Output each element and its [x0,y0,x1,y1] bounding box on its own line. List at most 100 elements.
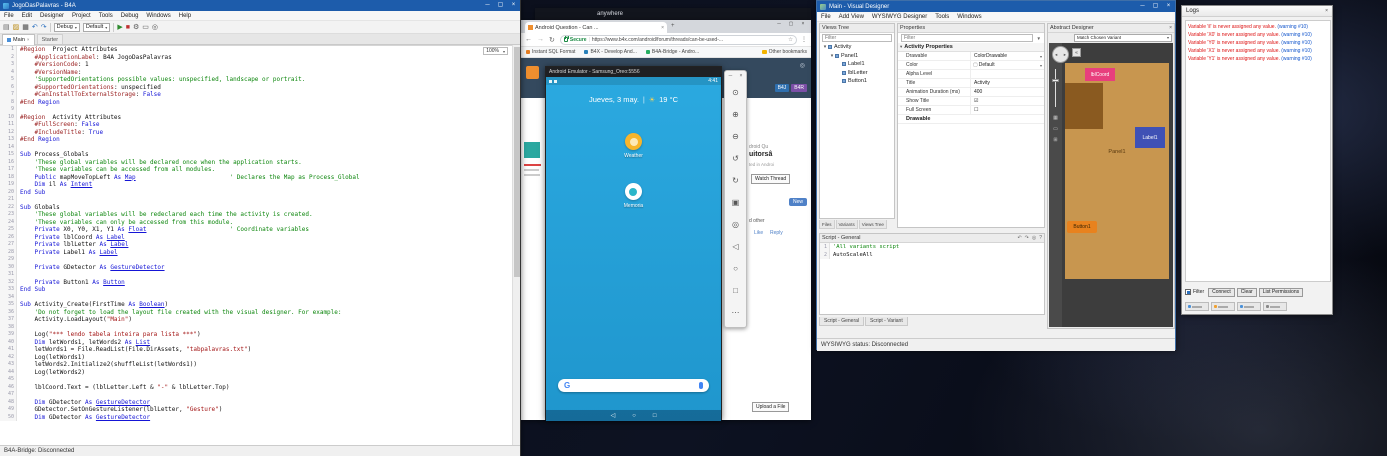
close-button[interactable]: × [797,21,809,27]
property-value[interactable]: ☐ [970,106,1044,114]
nav-back-icon[interactable]: ◁ [611,412,616,419]
abstract-canvas[interactable]: ▦ ▭ ⊞ lblCoord Panel1 Label1 Button1 ◂ ▸ « [1049,43,1173,327]
profile-select[interactable]: Default ▾ [82,22,111,32]
dock-tab[interactable] [1237,302,1261,311]
pan-left-icon[interactable]: ◂ [1055,52,1057,58]
property-row[interactable]: Full Screen ☐ [898,106,1044,115]
log-warning-ref[interactable]: (warning #10) [1276,24,1308,30]
dock-tab[interactable] [1211,302,1235,311]
nav-home-icon[interactable]: ○ [632,413,636,419]
url-text[interactable]: https://www.b4x.com/android/forum/thread… [592,37,788,43]
logs-list[interactable]: Variable 'il' is never assigned any valu… [1185,20,1331,282]
script-editor[interactable]: 1 'All variants script 2 AutoScaleAll [820,243,1044,259]
omnibox[interactable]: Secure | https://www.b4x.com/android/for… [559,34,797,45]
minimize-button[interactable]: ─ [1136,1,1149,12]
property-value[interactable]: ▢ Default ▾ [970,61,1044,69]
zoom-slider-handle[interactable] [1052,79,1059,82]
minimize-button[interactable]: ─ [481,0,494,11]
home-icon[interactable]: ○ [725,257,746,279]
menu-item[interactable]: Add View [835,14,868,20]
new-file-icon[interactable]: ▤ [3,23,10,31]
bookmark-item[interactable]: Instant SQL Format [526,49,575,55]
run-icon[interactable]: ▶ [117,23,122,31]
property-row[interactable]: Color ▢ Default ▾ [898,61,1044,70]
close-button[interactable]: × [507,0,520,11]
drawable-section-row[interactable]: Drawable [898,115,1044,124]
site-search-icon[interactable]: ◎ [800,62,805,69]
thread-author-avatar[interactable] [524,142,540,158]
group-expander-icon[interactable]: ▾ [900,44,902,50]
menu-item[interactable]: Windows [953,14,985,20]
tree-item[interactable]: Label1 [820,60,894,69]
designer-icon[interactable]: ▭ [142,23,149,31]
tree-item[interactable]: Button1 [820,77,894,86]
tab-starter[interactable]: Starter [36,34,64,44]
zoom-grid-icon[interactable]: ⊞ [1053,137,1057,143]
open-file-icon[interactable]: ▨ [13,23,20,31]
upload-file-button[interactable]: Upload a File [752,402,790,412]
maximize-button[interactable]: ▢ [494,0,507,11]
dock-tab[interactable] [1263,302,1287,311]
app-shortcut[interactable]: Weather [624,133,643,159]
find-icon[interactable]: ◎ [1032,235,1036,241]
bookmark-item[interactable]: B4X - Develop And... [584,49,637,55]
product-tab[interactable]: B4J [774,84,790,92]
more-icon[interactable]: ⋯ [725,301,746,323]
panel-tab[interactable]: Files [819,220,835,229]
menu-item[interactable]: Tools [95,13,117,19]
undo-icon[interactable]: ↶ [1017,235,1021,241]
menu-item[interactable]: Help [175,13,195,19]
activity-layout[interactable]: lblCoord Panel1 Label1 Button1 [1065,63,1169,279]
property-value[interactable] [970,70,1044,78]
menu-item[interactable]: Windows [142,13,174,19]
script-tab[interactable]: Script - General [819,317,865,326]
property-row[interactable]: Animation Duration (ms) 400 [898,88,1044,97]
log-warning-ref[interactable]: (warning #10) [1280,48,1312,54]
logs-action-button[interactable]: Connect [1208,287,1235,297]
maximize-button[interactable]: ▢ [785,21,797,27]
rotate-left-icon[interactable]: ↺ [725,147,746,169]
emulator-close-button[interactable]: × [739,73,742,79]
menu-item[interactable]: WYSIWYG Designer [868,14,931,20]
stop-icon[interactable]: ■ [126,24,130,31]
build-config-select[interactable]: Debug ▾ [53,22,80,32]
google-search-bar[interactable]: G [558,379,709,392]
menu-item[interactable]: Project [68,13,95,19]
log-warning-ref[interactable]: (warning #10) [1280,56,1312,62]
logs-titlebar[interactable]: Logs × [1182,6,1332,17]
close-button[interactable]: × [1325,8,1328,14]
zoom-slider[interactable] [1055,69,1056,107]
redo-icon[interactable]: ↷ [1025,235,1029,241]
logs-action-button[interactable]: List Permissions [1258,287,1304,297]
reload-icon[interactable]: ↻ [549,36,555,44]
maximize-button[interactable]: ▢ [1149,1,1162,12]
menu-item[interactable]: Debug [117,13,143,19]
menu-item[interactable]: Designer [36,13,68,19]
tree-item[interactable]: ▾ Activity [820,43,894,52]
new-tab-button[interactable]: + [671,23,675,29]
script-tab[interactable]: Script - Variant [865,317,908,326]
views-tree-filter-input[interactable] [822,34,892,42]
tab-main[interactable]: Main × [2,33,35,45]
property-value[interactable]: Activity [970,79,1044,87]
menu-item[interactable]: Edit [18,13,36,19]
variant-select[interactable]: Match Chosen Variant ▾ [1074,33,1172,42]
browser-menu-icon[interactable]: ⋮ [801,36,807,43]
minimize-button[interactable]: ─ [773,21,785,27]
bridge-icon[interactable]: ◎ [152,23,158,31]
volume-down-icon[interactable]: ⊖ [725,125,746,147]
power-icon[interactable]: ⊙ [725,81,746,103]
help-icon[interactable]: ? [1039,235,1042,241]
bookmark-star-icon[interactable]: ☆ [788,37,793,43]
property-row[interactable]: Title Activity [898,79,1044,88]
log-warning-ref[interactable]: (warning #10) [1280,32,1312,38]
close-button[interactable]: × [1162,1,1175,12]
funnel-icon[interactable]: ▼ [1035,36,1043,41]
emulator-titlebar[interactable]: Android Emulator - Samsung_Oreo:5556 [546,67,721,77]
button1-view[interactable]: Button1 [1067,221,1097,233]
logs-action-button[interactable]: Clear [1236,287,1257,297]
screen-icon[interactable]: ▭ [1053,126,1058,132]
property-value[interactable]: 400 [970,88,1044,96]
dock-tab[interactable] [1185,302,1209,311]
overview-icon[interactable]: □ [725,279,746,301]
